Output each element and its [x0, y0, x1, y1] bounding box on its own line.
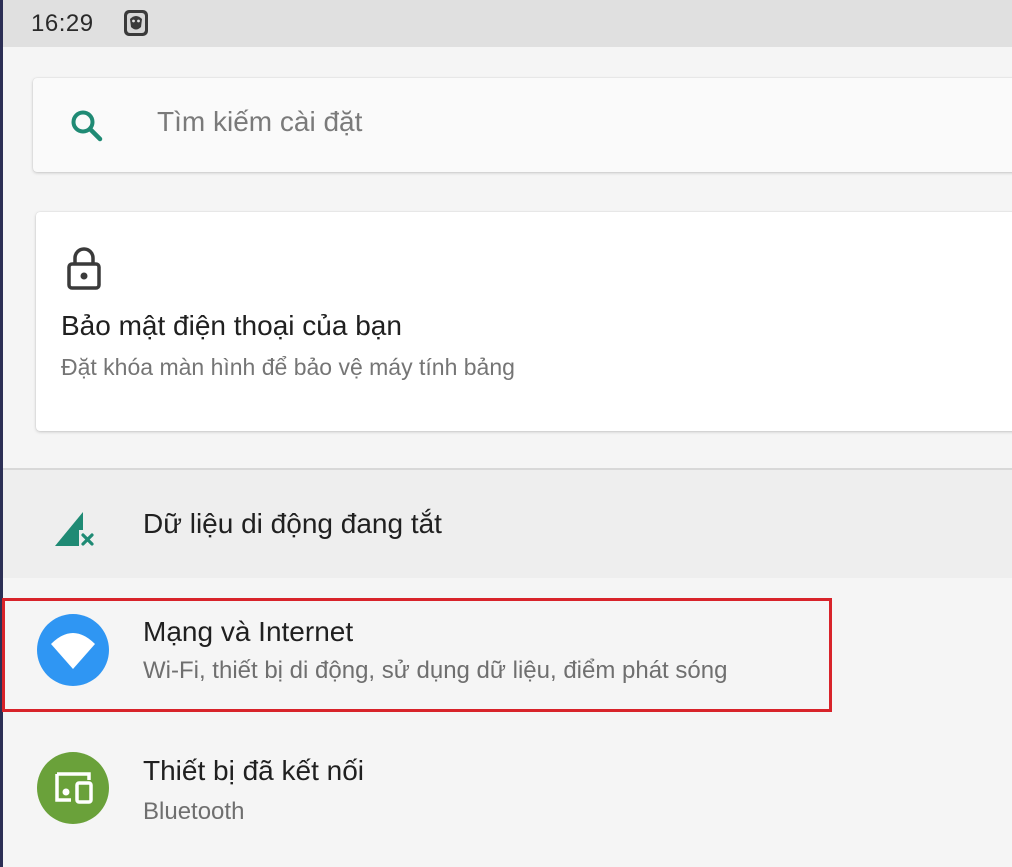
settings-item-subtitle: Wi-Fi, thiết bị di động, sử dụng dữ liệu…: [143, 657, 728, 684]
settings-item-network-internet[interactable]: Mạng và Internet Wi-Fi, thiết bị di động…: [3, 578, 1012, 714]
connected-devices-icon: [37, 752, 109, 824]
security-suggestion-card[interactable]: Bảo mật điện thoại của bạn Đặt khóa màn …: [36, 212, 1012, 431]
signal-off-icon: [55, 512, 97, 548]
settings-item-title: Mạng và Internet: [143, 616, 354, 647]
search-input[interactable]: Tìm kiếm cài đặt: [157, 106, 362, 138]
mobile-data-off-label: Dữ liệu di động đang tắt: [143, 508, 442, 539]
wifi-icon: [37, 614, 109, 686]
status-time: 16:29: [31, 10, 94, 37]
security-suggestion-title: Bảo mật điện thoại của bạn: [61, 310, 402, 341]
character-notification-icon: [124, 10, 148, 36]
search-icon[interactable]: [69, 108, 105, 144]
settings-item-subtitle: Bluetooth: [143, 798, 245, 825]
settings-item-connected-devices[interactable]: Thiết bị đã kết nối Bluetooth: [3, 714, 1012, 850]
security-suggestion-subtitle: Đặt khóa màn hình để bảo vệ máy tính bản…: [61, 354, 515, 380]
settings-item-title: Thiết bị đã kết nối: [143, 755, 365, 786]
status-bar: 16:29: [3, 0, 1012, 47]
search-bar[interactable]: Tìm kiếm cài đặt: [33, 78, 1012, 172]
mobile-data-off-banner[interactable]: Dữ liệu di động đang tắt: [3, 470, 1012, 578]
lock-icon: [67, 247, 101, 290]
